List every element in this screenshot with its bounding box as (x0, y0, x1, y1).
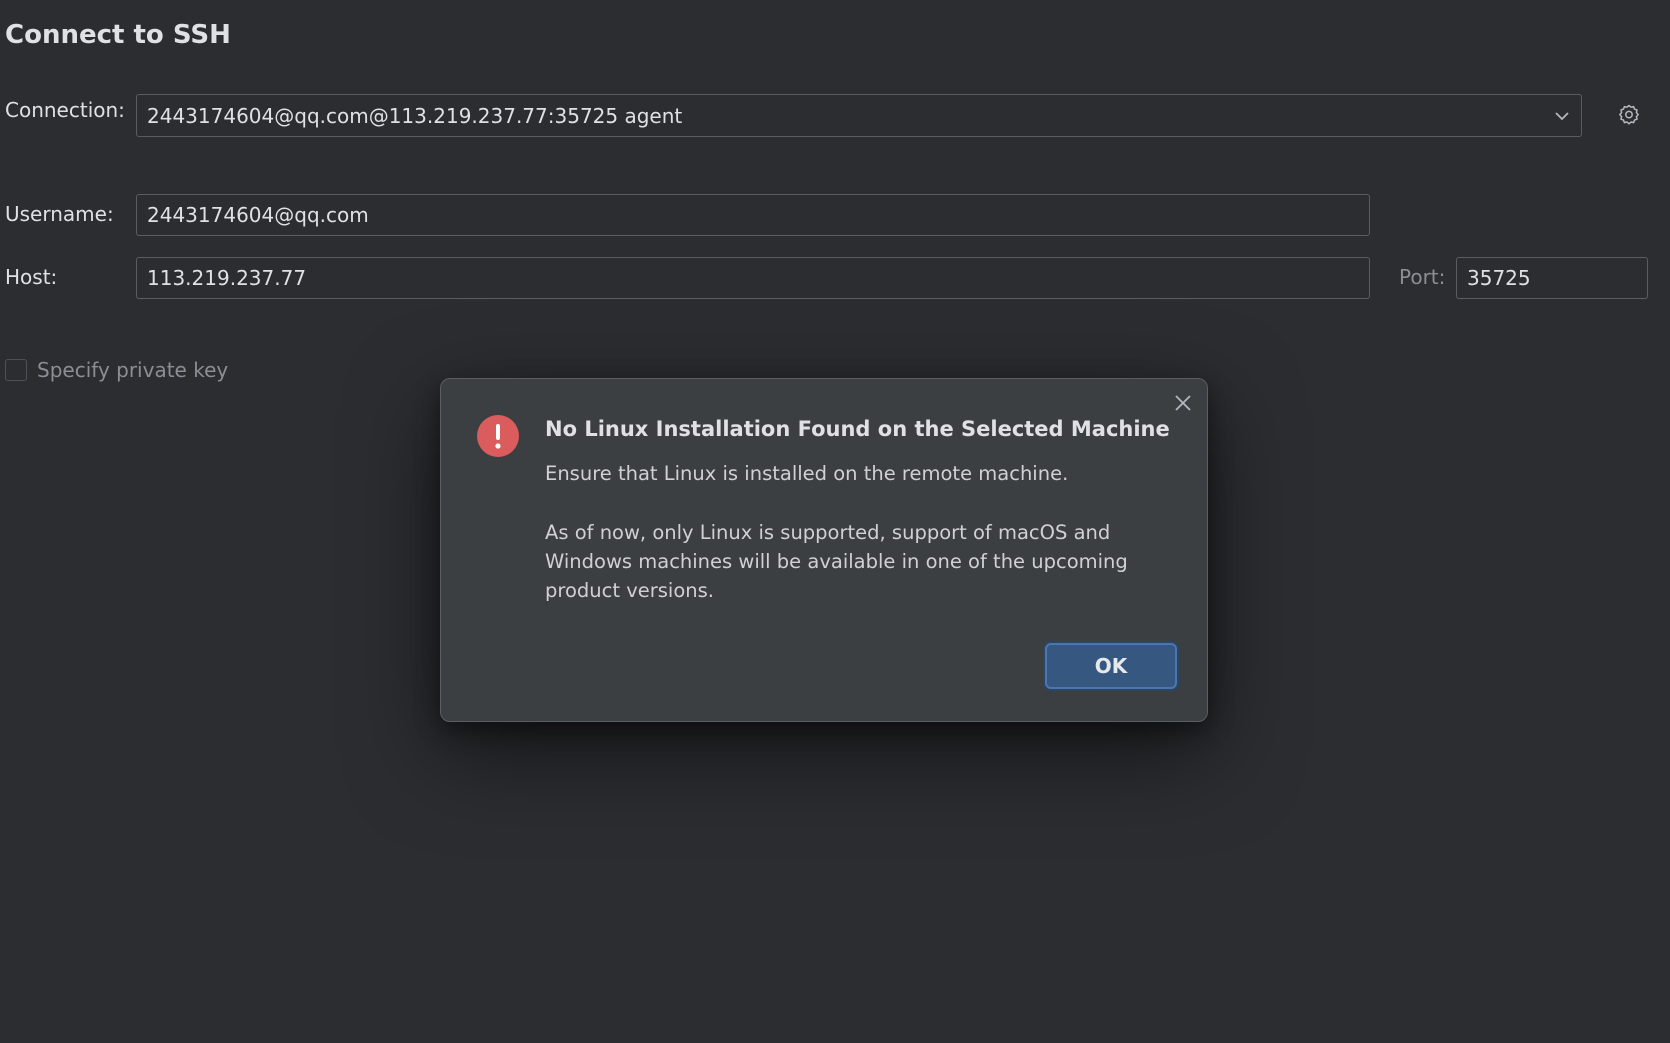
dialog-message-detail: As of now, only Linux is supported, supp… (545, 521, 1128, 602)
page-title: Connect to SSH (5, 20, 231, 50)
error-dialog: No Linux Installation Found on the Selec… (440, 378, 1208, 722)
port-label: Port: (1399, 265, 1446, 289)
username-label: Username: (5, 202, 114, 226)
ok-button[interactable]: OK (1045, 643, 1177, 689)
host-field[interactable]: 113.219.237.77 (136, 257, 1370, 299)
host-value: 113.219.237.77 (147, 266, 307, 290)
connection-value: 2443174604@qq.com@113.219.237.77:35725 a… (147, 103, 683, 128)
username-value: 2443174604@qq.com (147, 203, 369, 227)
close-icon[interactable] (1169, 389, 1197, 417)
username-field[interactable]: 2443174604@qq.com (136, 194, 1370, 236)
private-key-checkbox[interactable] (5, 359, 27, 381)
chevron-down-icon[interactable] (1553, 107, 1571, 125)
connection-dropdown[interactable]: 2443174604@qq.com@113.219.237.77:35725 a… (136, 94, 1582, 137)
port-value: 35725 (1467, 266, 1531, 290)
dialog-title: No Linux Installation Found on the Selec… (545, 417, 1170, 441)
gear-icon[interactable] (1616, 102, 1642, 128)
private-key-label[interactable]: Specify private key (37, 358, 228, 382)
dialog-message: Ensure that Linux is installed on the re… (545, 459, 1175, 605)
port-field[interactable]: 35725 (1456, 257, 1648, 299)
connection-label: Connection: (5, 98, 125, 122)
host-label: Host: (5, 265, 58, 289)
error-icon (477, 415, 519, 457)
dialog-message-line: Ensure that Linux is installed on the re… (545, 462, 1069, 485)
private-key-row: Specify private key (5, 358, 228, 382)
